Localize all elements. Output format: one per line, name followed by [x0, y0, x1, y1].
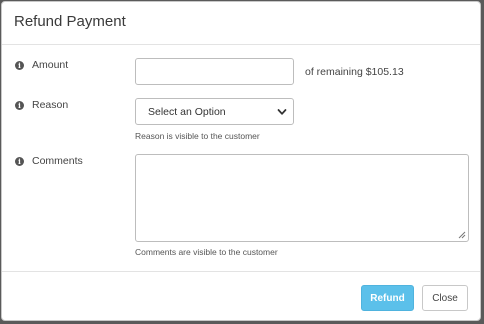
- reason-help-text: Reason is visible to the customer: [135, 131, 260, 141]
- reason-select-value: Select an Option: [148, 105, 226, 118]
- modal-title: Refund Payment: [14, 13, 126, 30]
- resize-grip-icon[interactable]: [458, 231, 466, 239]
- remaining-amount-text: of remaining $105.13: [305, 66, 404, 78]
- comments-label-group: i Comments: [15, 155, 83, 167]
- refund-payment-modal: Refund Payment i Amount of remaining $10…: [1, 1, 481, 321]
- refund-button[interactable]: Refund: [361, 285, 414, 311]
- comments-help-text: Comments are visible to the customer: [135, 247, 278, 257]
- modal-body: i Amount of remaining $105.13 i Reason S…: [2, 45, 480, 271]
- reason-label: Reason: [32, 99, 69, 111]
- amount-label-group: i Amount: [15, 59, 68, 71]
- close-button[interactable]: Close: [422, 285, 468, 311]
- info-icon: i: [15, 100, 24, 110]
- modal-footer: Refund Close: [2, 271, 480, 320]
- amount-input[interactable]: [135, 58, 294, 85]
- amount-label: Amount: [32, 59, 69, 71]
- comments-textarea[interactable]: [135, 154, 469, 242]
- modal-header: Refund Payment: [2, 2, 480, 45]
- comments-label: Comments: [32, 155, 83, 167]
- chevron-down-icon: [277, 109, 287, 115]
- info-icon: i: [15, 60, 24, 70]
- info-icon: i: [15, 156, 24, 166]
- reason-select[interactable]: Select an Option: [135, 98, 294, 125]
- reason-label-group: i Reason: [15, 99, 68, 111]
